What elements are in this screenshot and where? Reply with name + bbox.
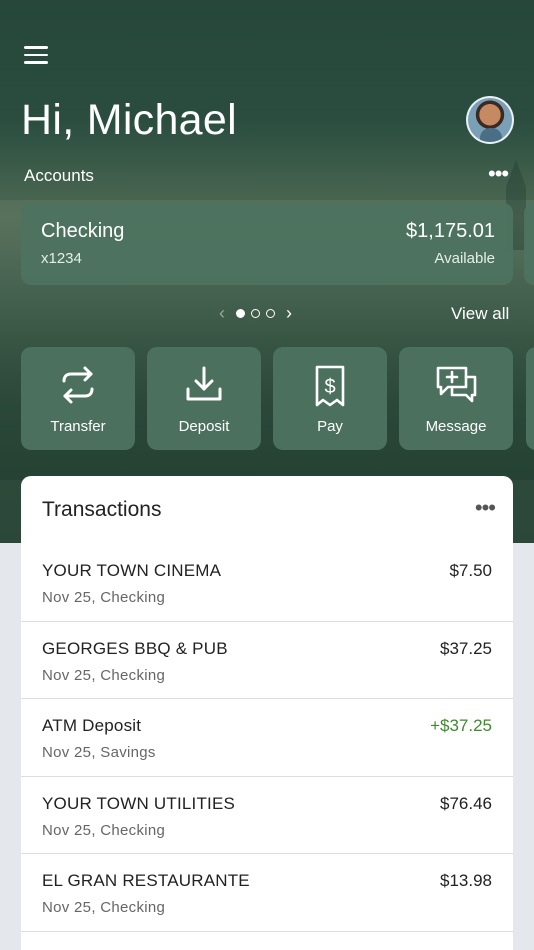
transaction-amount: $76.46 [440,793,492,813]
transaction-row[interactable]: ATM Deposit Nov 25, Savings +$37.25 [21,699,513,777]
transfer-icon [62,366,94,404]
transactions-more-icon[interactable]: ••• [475,497,496,519]
quick-actions: Transfer Deposit $ Pay Message [21,347,513,450]
account-card-checking[interactable]: Checking x1234 $1,175.01 Available [21,203,513,285]
deposit-label: Deposit [178,418,230,435]
pay-icon: $ [315,365,345,407]
transactions-title: Transactions [42,498,162,521]
pager-dot[interactable] [251,308,260,318]
transaction-amount: $7.50 [449,561,492,580]
transaction-amount: $37.25 [440,638,492,658]
transaction-name: EL GRAN RESTAURANTE [42,871,250,890]
menu-icon[interactable] [24,46,48,66]
transaction-row[interactable]: GEORGES BBQ & PUB Nov 25, Checking $37.2… [21,622,513,699]
accounts-label: Accounts [24,166,94,185]
transaction-amount: +$37.25 [430,716,492,735]
transaction-row[interactable]: EL GRAN RESTAURANTE Nov 25, Checking $13… [21,854,513,932]
greeting-title: Hi, Michael [21,96,237,144]
transactions-card: Transactions ••• YOUR TOWN CINEMA Nov 25… [21,476,513,950]
transfer-button[interactable]: Transfer [21,347,135,450]
message-label: Message [425,418,487,435]
svg-text:$: $ [324,376,335,398]
account-number: x1234 [41,250,82,267]
pager-dot[interactable] [266,308,275,318]
account-card-next[interactable] [524,203,534,285]
transaction-detail: Nov 25, Checking [42,899,166,916]
transaction-name: GEORGES BBQ & PUB [42,638,228,658]
transaction-detail: Nov 25, Checking [42,589,166,606]
transaction-name: YOUR TOWN CINEMA [42,561,222,580]
transaction-detail: Nov 25, Checking [42,666,166,684]
account-name: Checking [41,220,125,242]
message-icon [436,366,477,403]
transfer-label: Transfer [50,418,106,435]
transaction-name: YOUR TOWN UTILITIES [42,793,236,813]
pay-label: Pay [317,418,343,435]
chevron-right-icon[interactable]: › [278,303,300,324]
deposit-button[interactable]: Deposit [147,347,261,450]
transaction-amount: $13.98 [440,871,492,890]
pager-dot[interactable] [236,308,245,318]
accounts-more-icon[interactable]: ••• [488,163,509,185]
account-pager: ‹ › [211,300,300,326]
message-button[interactable]: Message [399,347,513,450]
transaction-row[interactable]: YOUR TOWN UTILITIES Nov 25, Checking $76… [21,777,513,854]
transaction-row[interactable]: YOUR TOWN CINEMA Nov 25, Checking $7.50 [21,544,513,622]
view-all-link[interactable]: View all [451,304,509,324]
account-balance: $1,175.01 [406,220,495,242]
account-balance-label: Available [434,250,495,267]
deposit-icon [186,366,222,401]
transactions-list: YOUR TOWN CINEMA Nov 25, Checking $7.50 … [21,544,513,932]
pay-button[interactable]: $ Pay [273,347,387,450]
transaction-name: ATM Deposit [42,716,142,735]
chevron-left-icon[interactable]: ‹ [211,303,233,324]
avatar[interactable] [466,96,514,144]
transaction-detail: Nov 25, Checking [42,821,166,839]
action-button-next[interactable] [526,347,534,450]
transaction-detail: Nov 25, Savings [42,744,156,761]
